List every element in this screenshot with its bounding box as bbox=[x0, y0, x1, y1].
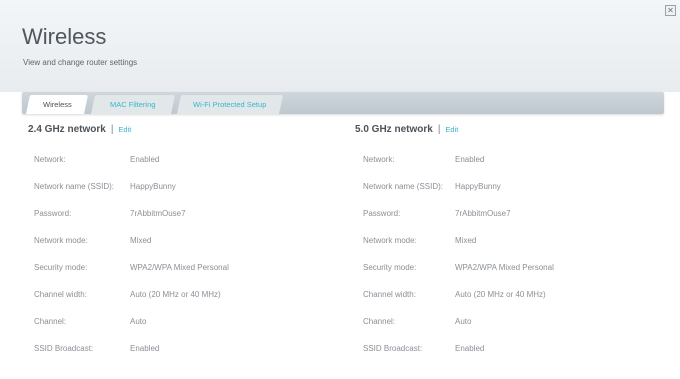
row-value: Auto (20 MHz or 40 MHz) bbox=[455, 290, 546, 299]
row-channel-width: Channel width: Auto (20 MHz or 40 MHz) bbox=[363, 281, 663, 308]
row-label: Password: bbox=[34, 209, 72, 218]
row-ssid: Network name (SSID): HappyBunny bbox=[22, 173, 322, 200]
section-separator: | bbox=[110, 124, 114, 135]
tab-bar: Wireless MAC Filtering Wi-Fi Protected S… bbox=[22, 92, 664, 114]
row-label: SSID Broadcast: bbox=[34, 344, 94, 353]
row-value: Enabled bbox=[455, 344, 485, 353]
row-ssid: Network name (SSID): HappyBunny bbox=[363, 173, 663, 200]
row-label: SSID Broadcast: bbox=[363, 344, 423, 353]
tab-wifi-protected-setup-label: Wi-Fi Protected Setup bbox=[193, 100, 267, 109]
row-value: Enabled bbox=[130, 344, 160, 353]
tab-wifi-protected-setup[interactable]: Wi-Fi Protected Setup bbox=[176, 95, 284, 114]
row-value: Auto (20 MHz or 40 MHz) bbox=[130, 290, 221, 299]
section-5ghz-title: 5.0 GHz network bbox=[355, 124, 433, 135]
row-channel: Channel: Auto bbox=[22, 308, 322, 335]
edit-2-4ghz-link[interactable]: Edit bbox=[118, 125, 131, 134]
section-separator: | bbox=[437, 124, 441, 135]
row-channel: Channel: Auto bbox=[363, 308, 663, 335]
wireless-settings-window: ✕ Wireless View and change router settin… bbox=[0, 0, 680, 379]
row-network-mode: Network mode: Mixed bbox=[363, 227, 663, 254]
row-label: Network name (SSID): bbox=[363, 182, 444, 191]
tab-mac-filtering[interactable]: MAC Filtering bbox=[90, 95, 176, 114]
row-label: Network: bbox=[34, 155, 66, 164]
row-label: Network name (SSID): bbox=[34, 182, 115, 191]
row-label: Security mode: bbox=[34, 263, 88, 272]
row-password: Password: 7rAbbitmOuse7 bbox=[363, 200, 663, 227]
close-icon[interactable]: ✕ bbox=[665, 5, 676, 16]
row-channel-width: Channel width: Auto (20 MHz or 40 MHz) bbox=[22, 281, 322, 308]
page-header: ✕ Wireless View and change router settin… bbox=[0, 0, 680, 92]
row-label: Channel width: bbox=[34, 290, 87, 299]
row-label: Security mode: bbox=[363, 263, 417, 272]
section-2-4ghz-header: 2.4 GHz network | Edit bbox=[28, 124, 131, 135]
section-2-4ghz-title: 2.4 GHz network bbox=[28, 124, 106, 135]
row-label: Channel: bbox=[34, 317, 67, 326]
row-value: Mixed bbox=[455, 236, 477, 245]
row-label: Network: bbox=[363, 155, 395, 164]
tab-wireless-label: Wireless bbox=[42, 100, 72, 109]
network-5ghz-details: Network: Enabled Network name (SSID): Happ… bbox=[363, 146, 663, 362]
row-value: WPA2/WPA Mixed Personal bbox=[455, 263, 554, 272]
row-value: Enabled bbox=[455, 155, 485, 164]
row-ssid-broadcast: SSID Broadcast: Enabled bbox=[22, 335, 322, 362]
row-network: Network: Enabled bbox=[363, 146, 663, 173]
tab-wireless[interactable]: Wireless bbox=[25, 95, 89, 114]
row-ssid-broadcast: SSID Broadcast: Enabled bbox=[363, 335, 663, 362]
row-value: HappyBunny bbox=[455, 182, 501, 191]
row-value: Auto bbox=[455, 317, 472, 326]
row-value: Enabled bbox=[130, 155, 160, 164]
row-label: Network mode: bbox=[34, 236, 88, 245]
row-label: Channel width: bbox=[363, 290, 416, 299]
edit-5ghz-link[interactable]: Edit bbox=[445, 125, 458, 134]
row-value: HappyBunny bbox=[130, 182, 176, 191]
row-value: 7rAbbitmOuse7 bbox=[455, 209, 511, 218]
row-label: Network mode: bbox=[363, 236, 417, 245]
network-2-4ghz-details: Network: Enabled Network name (SSID): Happ… bbox=[22, 146, 322, 362]
page-subtitle: View and change router settings bbox=[23, 58, 138, 67]
page-title: Wireless bbox=[22, 24, 107, 49]
row-value: Mixed bbox=[130, 236, 152, 245]
row-label: Password: bbox=[363, 209, 401, 218]
row-label: Channel: bbox=[363, 317, 396, 326]
tab-mac-filtering-label: MAC Filtering bbox=[110, 100, 156, 109]
row-password: Password: 7rAbbitmOuse7 bbox=[22, 200, 322, 227]
section-5ghz-header: 5.0 GHz network | Edit bbox=[355, 124, 458, 135]
row-security-mode: Security mode: WPA2/WPA Mixed Personal bbox=[22, 254, 322, 281]
row-value: 7rAbbitmOuse7 bbox=[130, 209, 186, 218]
row-security-mode: Security mode: WPA2/WPA Mixed Personal bbox=[363, 254, 663, 281]
row-value: WPA2/WPA Mixed Personal bbox=[130, 263, 229, 272]
row-network: Network: Enabled bbox=[22, 146, 322, 173]
row-network-mode: Network mode: Mixed bbox=[22, 227, 322, 254]
row-value: Auto bbox=[130, 317, 147, 326]
